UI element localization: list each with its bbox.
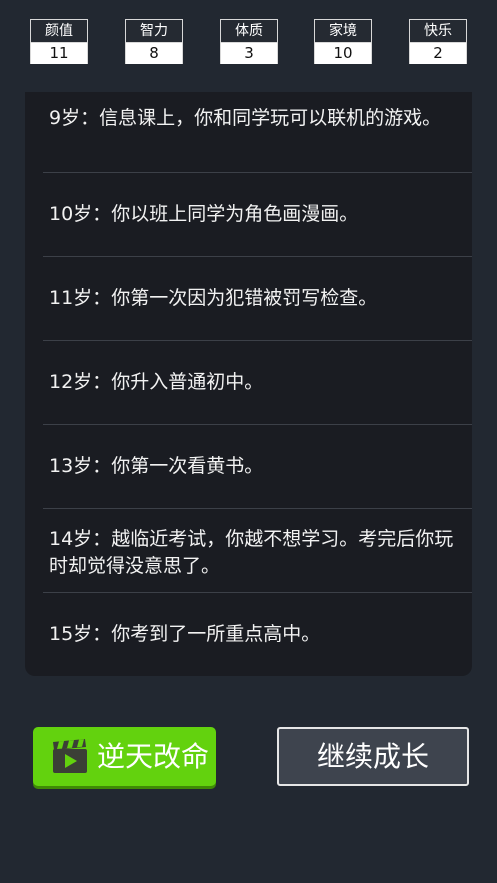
stat-intelligence: 智力 8 xyxy=(125,19,183,64)
list-item: 15岁：你考到了一所重点高中。 xyxy=(43,593,472,676)
list-item: 12岁：你升入普通初中。 xyxy=(43,341,472,425)
stat-value: 8 xyxy=(126,43,182,64)
life-event-log[interactable]: 9岁：信息课上，你和同学玩可以联机的游戏。 10岁：你以班上同学为角色画漫画。 … xyxy=(25,92,472,676)
event-age: 11岁： xyxy=(49,287,112,309)
event-text: 你第一次看黄书。 xyxy=(111,455,264,477)
list-item: 10岁：你以班上同学为角色画漫画。 xyxy=(43,173,472,257)
event-text: 信息课上，你和同学玩可以联机的游戏。 xyxy=(99,107,442,129)
continue-button[interactable]: 继续成长 xyxy=(277,727,469,786)
event-age: 13岁： xyxy=(49,455,112,477)
stat-label: 体质 xyxy=(221,20,277,43)
attribute-bar: 颜值 11 智力 8 体质 3 家境 10 快乐 2 xyxy=(0,19,497,65)
continue-button-label: 继续成长 xyxy=(316,740,429,773)
stat-value: 3 xyxy=(221,43,277,64)
stat-value: 2 xyxy=(410,43,466,64)
stat-label: 颜值 xyxy=(31,20,87,43)
video-play-icon xyxy=(52,739,88,775)
event-age: 12岁： xyxy=(49,371,112,393)
revive-button[interactable]: 逆天改命 xyxy=(33,727,216,786)
stat-label: 家境 xyxy=(315,20,371,43)
list-item: 9岁：信息课上，你和同学玩可以联机的游戏。 xyxy=(43,92,472,173)
event-text: 你升入普通初中。 xyxy=(111,371,264,393)
stat-value: 10 xyxy=(315,43,371,64)
stat-appearance: 颜值 11 xyxy=(30,19,88,64)
event-age: 10岁： xyxy=(49,203,112,225)
event-age: 9岁： xyxy=(49,107,100,129)
list-item: 14岁：越临近考试，你越不想学习。考完后你玩时却觉得没意思了。 xyxy=(43,509,472,593)
event-text: 你以班上同学为角色画漫画。 xyxy=(111,203,359,225)
event-age: 15岁： xyxy=(49,623,112,645)
event-age: 14岁： xyxy=(49,528,112,550)
list-item: 13岁：你第一次看黄书。 xyxy=(43,425,472,509)
stat-family: 家境 10 xyxy=(314,19,372,64)
stat-happiness: 快乐 2 xyxy=(409,19,467,64)
revive-button-label: 逆天改命 xyxy=(97,740,210,773)
list-item: 11岁：你第一次因为犯错被罚写检查。 xyxy=(43,257,472,341)
stat-label: 智力 xyxy=(126,20,182,43)
stat-constitution: 体质 3 xyxy=(220,19,278,64)
stat-value: 11 xyxy=(31,43,87,64)
event-text: 你考到了一所重点高中。 xyxy=(111,623,321,645)
stat-label: 快乐 xyxy=(410,20,466,43)
event-text: 你第一次因为犯错被罚写检查。 xyxy=(111,287,378,309)
